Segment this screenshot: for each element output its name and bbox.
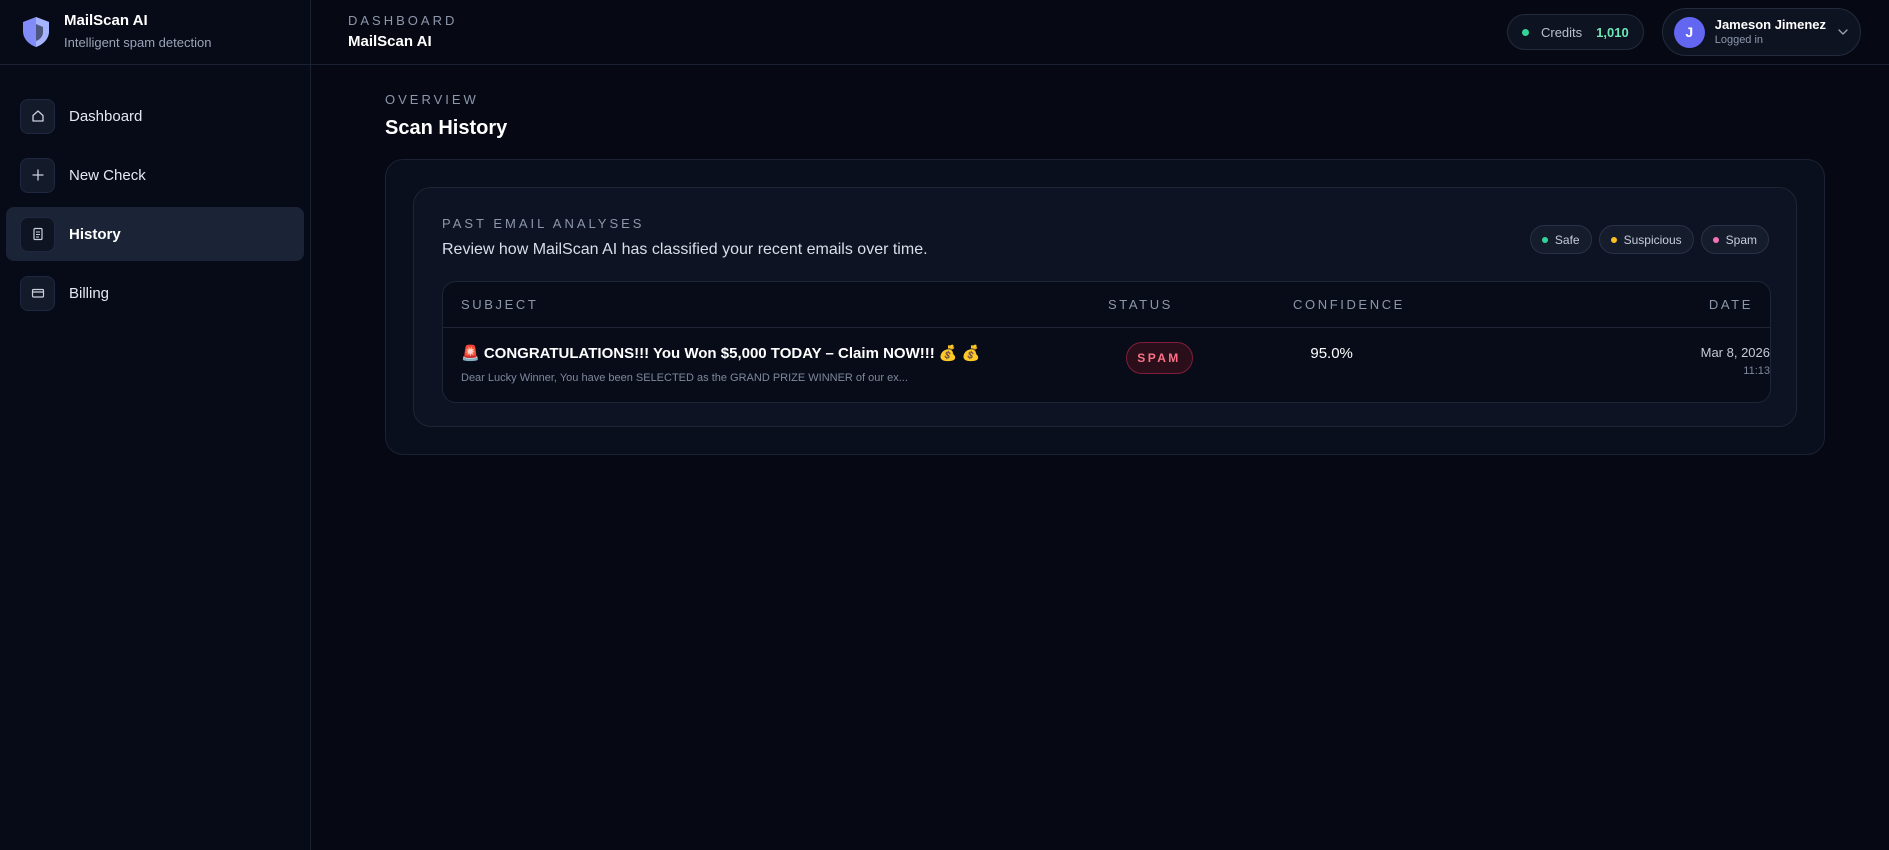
sidebar-item-label: New Check [69, 166, 146, 184]
sidebar-item-new-check[interactable]: New Check [6, 148, 304, 202]
email-preview: Dear Lucky Winner, You have been SELECTE… [461, 372, 908, 384]
shield-logo-icon [20, 15, 52, 49]
legend-label: Spam [1725, 232, 1757, 247]
legend-label: Safe [1554, 232, 1580, 247]
page-content: OVERVIEW Scan History PAST EMAIL ANALYSE… [311, 65, 1889, 455]
credits-value: 1,010 [1596, 24, 1629, 40]
page-kicker: OVERVIEW [385, 92, 479, 107]
credits-label: Credits [1540, 24, 1583, 40]
legend-label: Suspicious [1623, 232, 1682, 247]
user-menu[interactable]: J Jameson Jimenez Logged in [1661, 8, 1861, 56]
safe-dot-icon [1541, 236, 1548, 243]
sidebar-item-billing[interactable]: Billing [6, 266, 304, 320]
cell-confidence: 95.0% [1310, 345, 1353, 362]
app-shell: MailScan AI Intelligent spam detection D… [0, 0, 1889, 850]
brand-tagline: Intelligent spam detection [64, 35, 212, 50]
avatar: J [1673, 16, 1705, 48]
sidebar-item-label: Dashboard [69, 107, 143, 125]
column-date: DATE [1708, 297, 1753, 312]
brand-name: MailScan AI [64, 12, 148, 29]
spam-dot-icon [1712, 236, 1719, 243]
status-legend: Safe Suspicious Spam [1529, 225, 1769, 254]
card-description: Review how MailScan AI has classified yo… [442, 241, 928, 258]
user-name: Jameson Jimenez [1714, 17, 1826, 32]
column-subject: SUBJECT [461, 297, 539, 312]
history-card: PAST EMAIL ANALYSES Review how MailScan … [413, 187, 1797, 427]
plus-icon [20, 157, 55, 193]
user-status: Logged in [1714, 34, 1764, 46]
sidebar-item-dashboard[interactable]: Dashboard [6, 89, 304, 143]
scan-time: 11:13 [1743, 365, 1770, 377]
cell-status: SPAM [1125, 328, 1311, 374]
history-table: SUBJECT STATUS CONFIDENCE DATE 🚨 CONGRAT… [442, 281, 1771, 403]
sidebar-item-label: History [69, 225, 121, 243]
sidebar-item-history[interactable]: History [6, 207, 304, 261]
legend-spam: Spam [1700, 225, 1769, 254]
breadcrumb-title: MailScan AI [348, 32, 432, 50]
credits-badge[interactable]: Credits 1,010 [1506, 14, 1644, 50]
card-icon [20, 275, 55, 311]
cell-date: Mar 8, 2026 11:13 [1510, 328, 1770, 378]
sidebar: MailScan AI Intelligent spam detection D… [0, 0, 311, 850]
topbar-actions: Credits 1,010 J Jameson Jimenez Logged i… [1506, 8, 1861, 56]
page-title: Scan History [385, 117, 508, 139]
history-panel: PAST EMAIL ANALYSES Review how MailScan … [385, 159, 1825, 455]
document-icon [20, 216, 55, 252]
sidebar-nav: Dashboard New Check History Billing [0, 65, 310, 320]
breadcrumb-section[interactable]: DASHBOARD [348, 13, 457, 29]
email-subject: 🚨 CONGRATULATIONS!!! You Won $5,000 TODA… [461, 345, 981, 362]
brand[interactable]: MailScan AI Intelligent spam detection [0, 0, 310, 65]
topbar: DASHBOARD MailScan AI Credits 1,010 J Ja… [311, 0, 1889, 65]
legend-suspicious: Suspicious [1598, 225, 1694, 254]
cell-subject: 🚨 CONGRATULATIONS!!! You Won $5,000 TODA… [443, 328, 1126, 385]
sidebar-item-label: Billing [69, 284, 110, 302]
table-row[interactable]: 🚨 CONGRATULATIONS!!! You Won $5,000 TODA… [443, 328, 1770, 402]
chevron-down-icon [1838, 29, 1848, 35]
status-badge: SPAM [1125, 342, 1193, 374]
suspicious-dot-icon [1610, 236, 1617, 243]
home-icon [20, 98, 55, 134]
table-header: SUBJECT STATUS CONFIDENCE DATE [443, 282, 1770, 328]
scan-date: Mar 8, 2026 [1700, 345, 1770, 360]
column-status: STATUS [1108, 297, 1173, 312]
breadcrumb: DASHBOARD MailScan AI [348, 13, 457, 52]
card-kicker: PAST EMAIL ANALYSES [442, 216, 645, 231]
column-confidence: CONFIDENCE [1293, 297, 1405, 312]
credits-status-dot [1521, 28, 1529, 36]
legend-safe: Safe [1529, 225, 1592, 254]
main-area: DASHBOARD MailScan AI Credits 1,010 J Ja… [311, 0, 1889, 850]
